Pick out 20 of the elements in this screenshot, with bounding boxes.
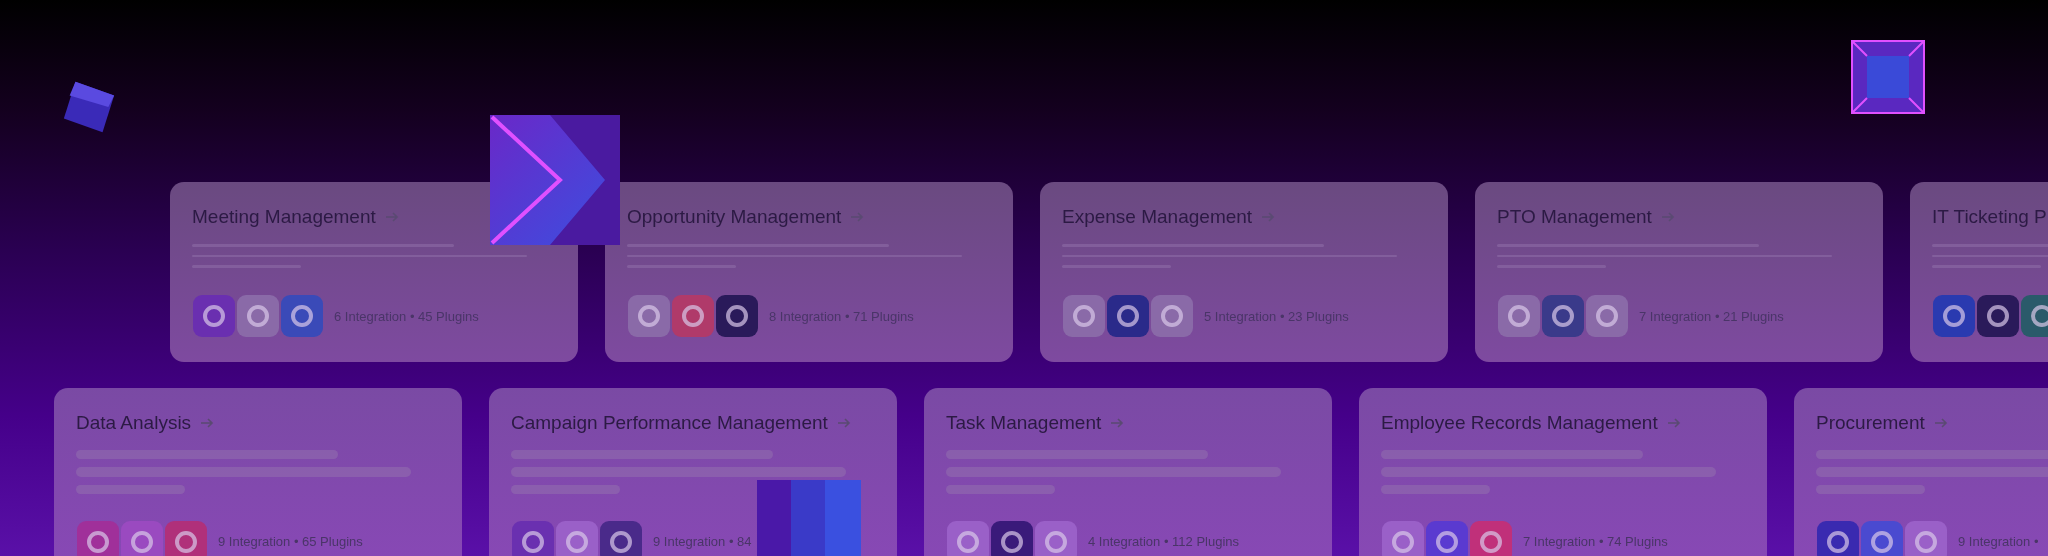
- card-title: Employee Records Management: [1381, 412, 1658, 434]
- card-title: IT Ticketing P: [1932, 206, 2047, 228]
- card-title: PTO Management: [1497, 206, 1652, 228]
- integration-count: 4 Integration • 112 Plugins: [1088, 534, 1240, 550]
- card-title: Opportunity Management: [627, 206, 842, 228]
- integration-count: 9 Integration • 84: [653, 534, 752, 550]
- integration-card[interactable]: Employee Records Management 7 Integration • 74 Plugins: [1359, 388, 1767, 556]
- card-title: Expense Management: [1062, 206, 1253, 228]
- integration-card[interactable]: Data Analysis 9 Integration • 65 Plugins: [54, 388, 462, 556]
- card-title: Procurement: [1816, 412, 1925, 434]
- integration-card[interactable]: Procurement 9 Integration •: [1794, 388, 2048, 556]
- integration-count: 9 Integration •: [1958, 534, 2039, 550]
- integration-count: 9 Integration • 65 Plugins: [218, 534, 363, 550]
- card-title: Data Analysis: [76, 412, 192, 434]
- integration-card[interactable]: IT Ticketing P: [1910, 182, 2048, 362]
- card-title: Meeting Management: [192, 206, 376, 228]
- card-title: Campaign Performance Management: [511, 412, 828, 434]
- integration-count: 7 Integration • 74 Plugins: [1523, 534, 1668, 550]
- integration-card[interactable]: Task Management 4 Integration • 112 Plugins: [924, 388, 1332, 556]
- card-title: Task Management: [946, 412, 1102, 434]
